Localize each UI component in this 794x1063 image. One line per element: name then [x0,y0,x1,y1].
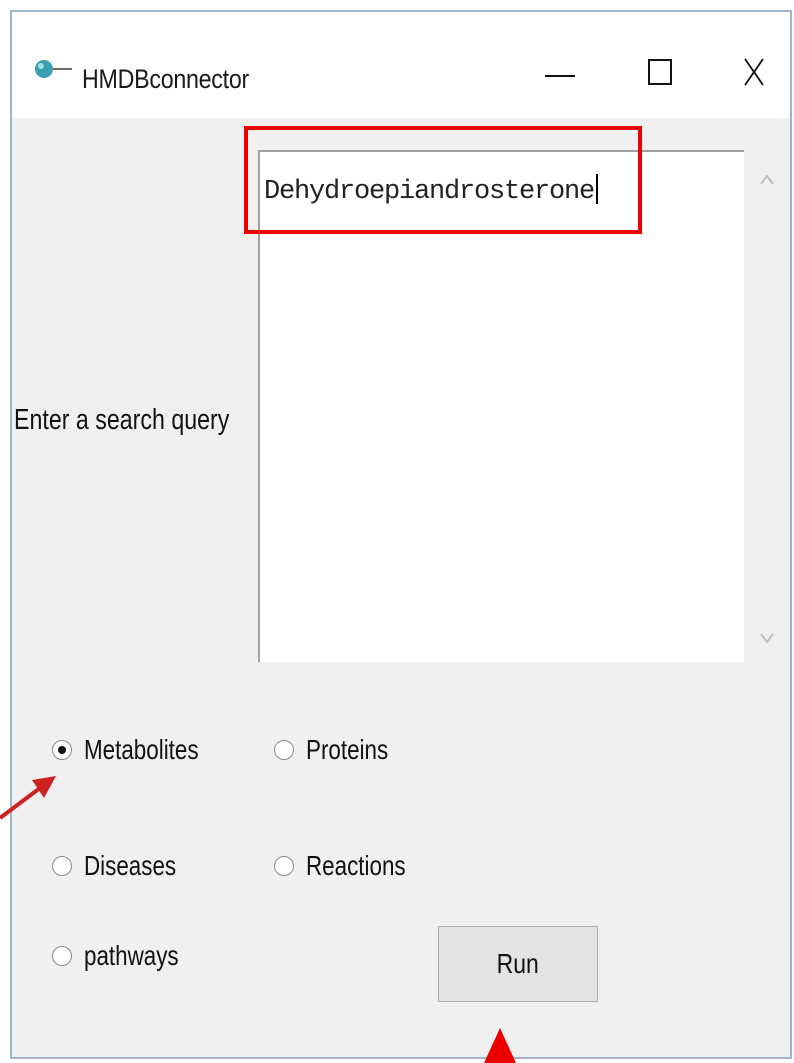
radio-diseases[interactable]: Diseases [52,850,199,882]
scroll-down-arrow-icon[interactable] [758,632,776,646]
run-button[interactable]: Run [438,926,598,1002]
radio-circle [274,856,294,876]
annotation-arrow-metabolites [0,776,56,820]
run-button-label: Run [496,948,540,979]
radio-label-diseases: Diseases [84,850,177,881]
radio-label-reactions: Reactions [306,850,406,881]
radio-proteins[interactable]: Proteins [274,734,409,766]
radio-label-pathways: pathways [84,940,179,971]
window-title: HMDBconnector [82,64,249,94]
radio-reactions[interactable]: Reactions [274,850,431,882]
maximize-button[interactable] [612,34,708,114]
search-query-label: Enter a search query [14,404,230,436]
scroll-up-arrow-icon[interactable] [758,172,776,186]
radio-circle [52,856,72,876]
textarea-scrollbar[interactable] [744,150,790,662]
maximize-icon [648,58,672,90]
app-window: HMDBconnector Enter a search query Dehyd… [10,10,792,1059]
radio-circle [274,740,294,760]
radio-pathways[interactable]: pathways [52,940,202,972]
query-highlight-box [244,126,642,234]
close-button[interactable] [706,34,794,114]
annotation-arrow-run [484,1028,516,1063]
app-logo-icon [32,56,76,82]
radio-metabolites[interactable]: Metabolites [52,734,227,766]
radio-label-metabolites: Metabolites [84,734,199,765]
close-icon [744,57,764,91]
radio-circle [52,946,72,966]
minimize-button[interactable] [512,34,608,114]
title-bar[interactable]: HMDBconnector [12,12,790,118]
minimize-icon [545,65,575,83]
radio-label-proteins: Proteins [306,734,389,765]
